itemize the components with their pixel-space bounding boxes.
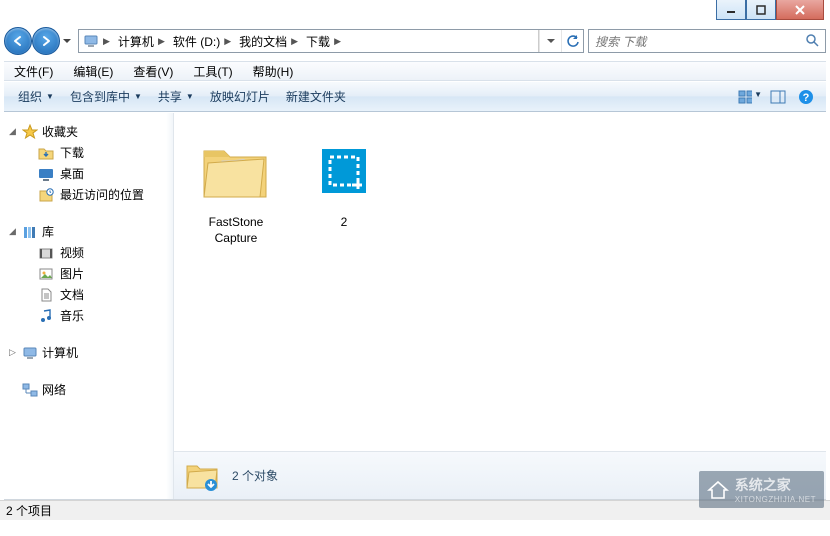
menu-file[interactable]: 文件(F) xyxy=(10,61,57,82)
include-in-library-button[interactable]: 包含到库中▼ xyxy=(64,85,148,108)
watermark-text: 系统之家 xyxy=(735,475,816,495)
network-icon xyxy=(22,382,38,398)
preview-pane-button[interactable] xyxy=(766,90,790,104)
sidebar-label: 下载 xyxy=(60,144,84,161)
document-icon xyxy=(38,287,54,303)
command-bar: 组织▼ 包含到库中▼ 共享▼ 放映幻灯片 新建文件夹 ▼ ? xyxy=(4,82,826,112)
sidebar-label: 桌面 xyxy=(60,165,84,182)
breadcrumb-seg-1[interactable]: 软件 (D:)▶ xyxy=(169,30,235,52)
sidebar-label: 计算机 xyxy=(42,344,78,361)
house-icon xyxy=(707,479,729,501)
sidebar-label: 库 xyxy=(42,223,54,240)
expand-icon: ◢ xyxy=(9,226,16,237)
menu-bar: 文件(F) 编辑(E) 查看(V) 工具(T) 帮助(H) xyxy=(4,61,826,81)
back-button[interactable] xyxy=(4,27,32,55)
library-icon xyxy=(22,224,38,240)
sidebar-item-recent[interactable]: 最近访问的位置 xyxy=(4,184,173,205)
sidebar-label: 视频 xyxy=(60,244,84,261)
sidebar-computer[interactable]: ▷ 计算机 xyxy=(4,342,173,363)
search-input[interactable]: 搜索 下载 xyxy=(588,29,826,53)
search-placeholder: 搜索 下载 xyxy=(595,33,646,50)
watermark-sub: XITONGZHIJIA.NET xyxy=(735,495,816,504)
item-label: FastStone Capture xyxy=(192,215,280,246)
folder-icon xyxy=(184,458,220,494)
search-icon xyxy=(805,33,819,50)
breadcrumb-chevron[interactable]: ▶ xyxy=(99,30,114,52)
details-summary: 2 个对象 xyxy=(232,467,278,484)
address-bar[interactable]: ▶ 计算机▶ 软件 (D:)▶ 我的文档▶ 下载▶ xyxy=(78,29,584,53)
watermark: 系统之家 XITONGZHIJIA.NET xyxy=(699,471,824,508)
folder-icon xyxy=(196,131,276,211)
share-button[interactable]: 共享▼ xyxy=(152,85,200,108)
nav-history-dropdown[interactable] xyxy=(60,39,74,44)
breadcrumb-seg-2[interactable]: 我的文档▶ xyxy=(235,30,302,52)
desktop-icon xyxy=(38,166,54,182)
breadcrumb-label: 软件 (D:) xyxy=(173,33,220,50)
breadcrumb-seg-3[interactable]: 下载▶ xyxy=(302,30,345,52)
image-thumbnail xyxy=(304,131,384,211)
help-button[interactable]: ? xyxy=(794,89,818,105)
sidebar-favorites[interactable]: ◢ 收藏夹 xyxy=(4,121,173,142)
sidebar-label: 文档 xyxy=(60,286,84,303)
video-icon xyxy=(38,245,54,261)
sidebar-item-music[interactable]: 音乐 xyxy=(4,305,173,326)
sidebar-libraries[interactable]: ◢ 库 xyxy=(4,221,173,242)
breadcrumb-label: 我的文档 xyxy=(239,33,287,50)
svg-text:?: ? xyxy=(803,92,810,104)
picture-icon xyxy=(38,266,54,282)
music-icon xyxy=(38,308,54,324)
address-dropdown[interactable] xyxy=(539,30,561,52)
view-options-button[interactable]: ▼ xyxy=(738,90,762,104)
sidebar-item-desktop[interactable]: 桌面 xyxy=(4,163,173,184)
status-text: 2 个项目 xyxy=(6,502,52,519)
item-label: 2 xyxy=(341,215,348,231)
computer-icon xyxy=(83,33,99,49)
sidebar-label: 音乐 xyxy=(60,307,84,324)
menu-tools[interactable]: 工具(T) xyxy=(189,61,236,82)
maximize-button[interactable] xyxy=(746,0,776,20)
computer-icon xyxy=(22,345,38,361)
sidebar-item-downloads[interactable]: 下载 xyxy=(4,142,173,163)
new-folder-button[interactable]: 新建文件夹 xyxy=(280,85,352,108)
slideshow-button[interactable]: 放映幻灯片 xyxy=(204,85,276,108)
sidebar-label: 收藏夹 xyxy=(42,123,78,140)
sidebar-label: 图片 xyxy=(60,265,84,282)
image-item[interactable]: 2 xyxy=(296,127,392,235)
forward-button[interactable] xyxy=(32,27,60,55)
sidebar-network[interactable]: 网络 xyxy=(4,379,173,400)
breadcrumb-label: 计算机 xyxy=(118,33,154,50)
folder-icon xyxy=(38,145,54,161)
organize-button[interactable]: 组织▼ xyxy=(12,85,60,108)
sidebar-item-videos[interactable]: 视频 xyxy=(4,242,173,263)
sidebar-label: 最近访问的位置 xyxy=(60,186,144,203)
folder-item[interactable]: FastStone Capture xyxy=(188,127,284,250)
sidebar-item-pictures[interactable]: 图片 xyxy=(4,263,173,284)
recent-icon xyxy=(38,187,54,203)
close-button[interactable] xyxy=(776,0,824,20)
menu-edit[interactable]: 编辑(E) xyxy=(69,61,117,82)
minimize-button[interactable] xyxy=(716,0,746,20)
sidebar-item-documents[interactable]: 文档 xyxy=(4,284,173,305)
menu-view[interactable]: 查看(V) xyxy=(129,61,177,82)
expand-icon: ◢ xyxy=(9,126,16,137)
navigation-pane: ◢ 收藏夹 下载 桌面 最近访问的位置 ◢ 库 xyxy=(4,113,174,499)
sidebar-label: 网络 xyxy=(42,381,66,398)
menu-help[interactable]: 帮助(H) xyxy=(249,61,298,82)
breadcrumb-seg-0[interactable]: 计算机▶ xyxy=(114,30,169,52)
collapse-icon: ▷ xyxy=(9,347,16,358)
breadcrumb-label: 下载 xyxy=(306,33,330,50)
refresh-button[interactable] xyxy=(561,30,583,52)
star-icon xyxy=(22,124,38,140)
items-view[interactable]: FastStone Capture 2 xyxy=(174,113,826,451)
